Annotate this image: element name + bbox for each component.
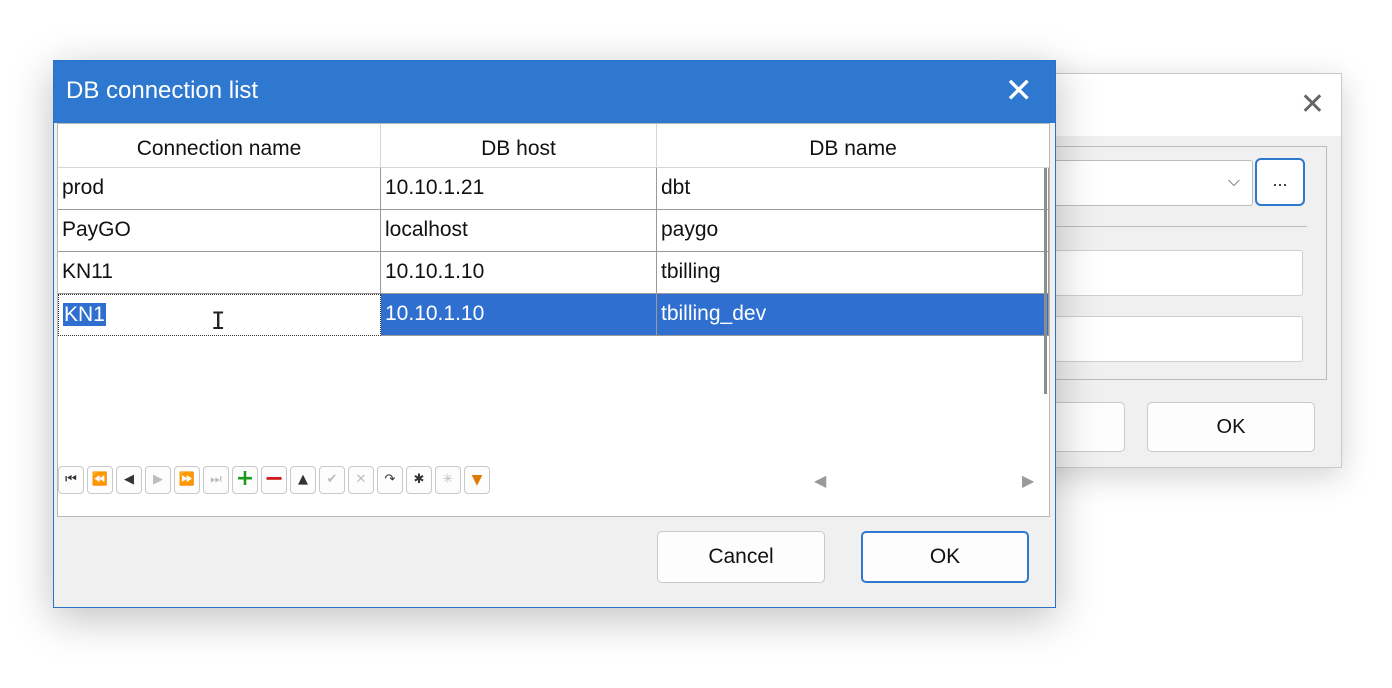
dialog-titlebar: DB connection list ✕ [54,61,1055,123]
table-row[interactable]: prod 10.10.1.21 dbt [58,168,1051,210]
vertical-scrollbar[interactable] [1044,168,1047,394]
scroll-right-icon[interactable]: ▶ [1022,471,1034,490]
cell-db-host[interactable]: 10.10.1.10 [381,252,657,294]
goto-bookmark-icon[interactable]: ✳ [435,466,461,494]
delete-record-icon[interactable]: − [261,466,287,494]
column-header-db-host[interactable]: DB host [381,124,657,168]
cell-connection-name-editor[interactable]: KN1 I [58,294,381,336]
cell-connection-name[interactable]: PayGO [58,210,381,252]
background-dialog: ✕ ⌵ ... el OK [1010,73,1342,468]
edit-record-icon[interactable]: ▲ [290,466,316,494]
scroll-left-icon[interactable]: ◀ [814,471,826,490]
background-dialog-titlebar: ✕ [1011,74,1341,136]
column-header-db-name[interactable]: DB name [657,124,1049,168]
prior-page-icon[interactable]: ⏪ [87,466,113,494]
cell-db-name[interactable]: tbilling [657,252,1049,294]
background-separator [1051,226,1307,227]
background-field-2[interactable] [1051,316,1303,362]
cell-db-host[interactable]: localhost [381,210,657,252]
prior-record-icon[interactable]: ◀ [116,466,142,494]
cancel-button[interactable]: Cancel [657,531,825,583]
connections-grid[interactable]: Connection name DB host DB name prod 10.… [57,123,1050,517]
last-record-icon[interactable]: ⏭ [203,466,229,494]
cell-db-host[interactable]: 10.10.1.21 [381,168,657,210]
refresh-icon[interactable]: ↷ [377,466,403,494]
table-row[interactable]: KN11 10.10.1.10 tbilling [58,252,1051,294]
cell-connection-name[interactable]: prod [58,168,381,210]
db-connection-list-dialog: DB connection list ✕ Connection name DB … [53,60,1056,608]
close-icon[interactable]: ✕ [1300,88,1325,122]
cell-connection-name[interactable]: KN11 [58,252,381,294]
browse-connections-button[interactable]: ... [1255,158,1305,206]
cancel-edit-icon[interactable]: ✕ [348,466,374,494]
next-page-icon[interactable]: ⏩ [174,466,200,494]
cell-db-host[interactable]: 10.10.1.10 [381,294,657,336]
background-connection-combo[interactable]: ⌵ [1041,160,1253,206]
db-navigator: ⏮ ⏪ ◀ ▶ ⏩ ⏭ + − ▲ ✔ ✕ ↷ ✱ ✳ ▼ [58,466,490,496]
insert-record-icon[interactable]: + [232,466,258,494]
text-cursor-icon: I [211,307,226,335]
table-row-selected[interactable]: KN1 I 10.10.1.10 tbilling_dev [58,294,1051,336]
cell-db-name[interactable]: dbt [657,168,1049,210]
dialog-title: DB connection list [66,77,259,104]
cell-db-name[interactable]: tbilling_dev [657,294,1049,336]
first-record-icon[interactable]: ⏮ [58,466,84,494]
close-icon[interactable]: ✕ [1005,71,1034,111]
chevron-down-icon[interactable]: ⌵ [1228,171,1240,191]
filter-icon[interactable]: ▼ [464,466,490,494]
ok-button[interactable]: OK [861,531,1029,583]
next-record-icon[interactable]: ▶ [145,466,171,494]
bookmark-icon[interactable]: ✱ [406,466,432,494]
editing-text[interactable]: KN1 [63,303,106,326]
background-ok-button[interactable]: OK [1147,402,1315,452]
post-record-icon[interactable]: ✔ [319,466,345,494]
background-field-1[interactable] [1051,250,1303,296]
column-header-connection-name[interactable]: Connection name [58,124,381,168]
table-row[interactable]: PayGO localhost paygo [58,210,1051,252]
cell-db-name[interactable]: paygo [657,210,1049,252]
